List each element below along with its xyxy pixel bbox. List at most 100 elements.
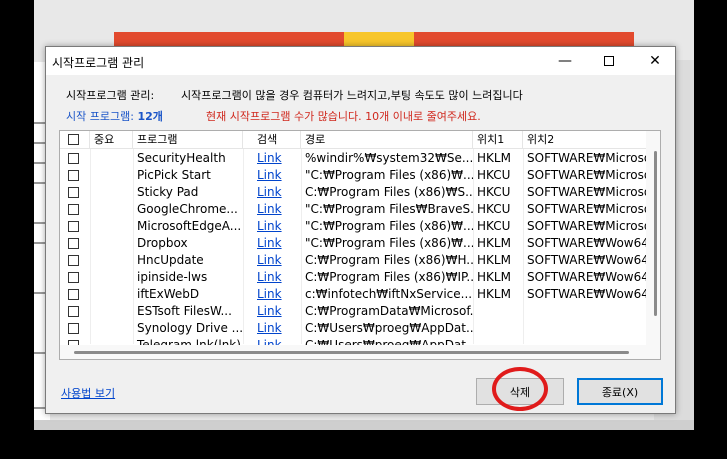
location1-cell: HKLM	[473, 286, 523, 303]
table-row[interactable]: Sticky Pad Link C:₩Program Files (x86)₩S..…	[60, 184, 660, 201]
table-row[interactable]: GoogleChrome... Link "C:₩Program Files₩Bra…	[60, 201, 660, 218]
maximize-icon	[604, 56, 614, 66]
row-checkbox[interactable]	[68, 272, 79, 283]
table-row[interactable]: iftExWebD Link c:₩infotech₩iftNxService...…	[60, 286, 660, 303]
row-checkbox[interactable]	[68, 187, 79, 198]
startup-manager-dialog: 시작프로그램 관리 — ✕ 시작프로그램 관리: 시작프로그램이 많을 경우 컴…	[45, 46, 676, 414]
header-select-all[interactable]	[60, 131, 90, 149]
search-link[interactable]: Link	[243, 218, 301, 235]
minimize-button[interactable]: —	[542, 47, 588, 75]
location1-cell-text: HKLM	[477, 270, 511, 284]
search-link-text[interactable]: Link	[257, 304, 282, 318]
location2-cell-text: SOFTWARE₩Microso	[527, 168, 652, 182]
search-link[interactable]: Link	[243, 286, 301, 303]
help-link[interactable]: 사용법 보기	[61, 385, 115, 401]
search-link-text[interactable]: Link	[257, 185, 282, 199]
header-path[interactable]: 경로	[301, 131, 473, 149]
search-link[interactable]: Link	[243, 320, 301, 337]
search-link[interactable]: Link	[243, 184, 301, 201]
row-checkbox[interactable]	[68, 153, 79, 164]
location1-cell-text: HKLM	[477, 236, 511, 250]
row-checkbox-cell	[60, 269, 90, 286]
path-cell: C:₩ProgramData₩Microsof...	[301, 303, 473, 320]
location2-cell-text: SOFTWARE₩Wow64	[527, 236, 649, 250]
search-link[interactable]: Link	[243, 201, 301, 218]
search-link[interactable]: Link	[243, 252, 301, 269]
location1-cell	[473, 303, 523, 320]
table-row[interactable]: HncUpdate Link C:₩Program Files (x86)₩H...…	[60, 252, 660, 269]
search-link-text[interactable]: Link	[257, 253, 282, 267]
select-all-checkbox[interactable]	[68, 134, 79, 145]
title-bar[interactable]: 시작프로그램 관리 — ✕	[46, 47, 675, 75]
table-row[interactable]: PicPick Start Link "C:₩Program Files (x86)…	[60, 167, 660, 184]
row-checkbox-cell	[60, 184, 90, 201]
row-checkbox[interactable]	[68, 306, 79, 317]
location1-cell: HKCU	[473, 184, 523, 201]
location1-cell-text: HKCU	[477, 185, 511, 199]
manage-description: 시작프로그램이 많을 경우 컴퓨터가 느려지고,부팅 속도도 많이 느려집니다	[181, 89, 523, 102]
maximize-button[interactable]	[586, 47, 632, 75]
row-checkbox[interactable]	[68, 170, 79, 181]
table-row[interactable]: ESTsoft FilesW... Link C:₩ProgramData₩Micr…	[60, 303, 660, 320]
table-row[interactable]: Synology Drive ... Link C:₩Users₩proeg₩App…	[60, 320, 660, 337]
search-link-text[interactable]: Link	[257, 168, 282, 182]
location1-cell: HKLM	[473, 269, 523, 286]
program-cell: GoogleChrome...	[133, 201, 243, 218]
row-checkbox[interactable]	[68, 323, 79, 334]
location1-cell: HKCU	[473, 218, 523, 235]
program-cell: iftExWebD	[133, 286, 243, 303]
program-cell-text: iftExWebD	[137, 287, 200, 301]
location2-cell: SOFTWARE₩Wow64	[523, 286, 653, 303]
program-cell: HncUpdate	[133, 252, 243, 269]
program-cell: Dropbox	[133, 235, 243, 252]
row-checkbox-cell	[60, 201, 90, 218]
path-cell-text: "C:₩Program Files (x86)₩...	[305, 168, 473, 182]
horizontal-scrollbar[interactable]	[60, 345, 648, 359]
table-row[interactable]: SecurityHealth Link %windir%₩system32₩Se..…	[60, 150, 660, 167]
search-link[interactable]: Link	[243, 150, 301, 167]
row-checkbox[interactable]	[68, 255, 79, 266]
search-link-text[interactable]: Link	[257, 151, 282, 165]
location2-cell-text: SOFTWARE₩Microso	[527, 202, 652, 216]
row-checkbox-cell	[60, 252, 90, 269]
header-location1[interactable]: 위치1	[473, 131, 523, 149]
location1-cell-text: HKCU	[477, 202, 511, 216]
location2-cell: SOFTWARE₩Microso	[523, 201, 653, 218]
row-checkbox[interactable]	[68, 289, 79, 300]
search-link[interactable]: Link	[243, 235, 301, 252]
search-link-text[interactable]: Link	[257, 202, 282, 216]
row-checkbox-cell	[60, 150, 90, 167]
warning-text: 현재 시작프로그램 수가 많습니다. 10개 이내로 줄여주세요.	[206, 110, 481, 123]
row-checkbox[interactable]	[68, 204, 79, 215]
path-cell: C:₩Program Files (x86)₩S...	[301, 184, 473, 201]
row-checkbox-cell	[60, 320, 90, 337]
location2-cell-text: SOFTWARE₩Wow64	[527, 270, 649, 284]
table-row[interactable]: Dropbox Link "C:₩Program Files (x86)₩... HK…	[60, 235, 660, 252]
vertical-scroll-thumb[interactable]	[654, 151, 657, 316]
search-link[interactable]: Link	[243, 167, 301, 184]
exit-button[interactable]: 종료(X)	[577, 378, 663, 405]
search-link-text[interactable]: Link	[257, 219, 282, 233]
startup-program-list[interactable]: 중요 프로그램 검색 경로 위치1 위치2 SecurityHealth Link…	[59, 130, 661, 360]
search-link-text[interactable]: Link	[257, 236, 282, 250]
horizontal-scroll-thumb[interactable]	[74, 351, 629, 354]
search-link-text[interactable]: Link	[257, 321, 282, 335]
close-button[interactable]: ✕	[632, 47, 678, 75]
location2-cell: SOFTWARE₩Microso	[523, 184, 653, 201]
row-checkbox[interactable]	[68, 238, 79, 249]
location2-cell-text: SOFTWARE₩Wow64	[527, 287, 649, 301]
vertical-scrollbar[interactable]	[646, 131, 660, 359]
header-important[interactable]: 중요	[90, 131, 133, 149]
table-row[interactable]: MicrosoftEdgeA... Link "C:₩Program Files (…	[60, 218, 660, 235]
location1-cell-text: HKLM	[477, 287, 511, 301]
header-program[interactable]: 프로그램	[133, 131, 243, 149]
row-checkbox-cell	[60, 218, 90, 235]
search-link-text[interactable]: Link	[257, 270, 282, 284]
search-link-text[interactable]: Link	[257, 287, 282, 301]
header-search[interactable]: 검색	[243, 131, 301, 149]
header-location2[interactable]: 위치2	[523, 131, 653, 149]
row-checkbox[interactable]	[68, 221, 79, 232]
search-link[interactable]: Link	[243, 269, 301, 286]
search-link[interactable]: Link	[243, 303, 301, 320]
table-row[interactable]: ipinside-lws Link C:₩Program Files (x86)₩I…	[60, 269, 660, 286]
